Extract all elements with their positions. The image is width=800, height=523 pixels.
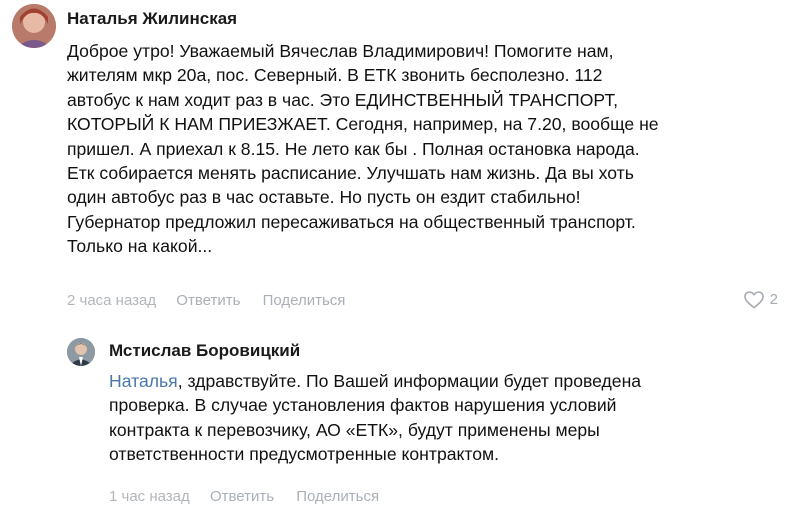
comment-line: Губернатор предложил пересаживаться на о… [67,211,636,232]
reply-line: проверка. В случае установления фактов н… [109,395,617,416]
avatar-photo [12,4,56,48]
reply-text: Наталья, здравствуйте. По Вашей информац… [109,369,641,467]
mention-link[interactable]: Наталья [109,371,178,391]
reply-author[interactable]: Мстислав Боровицкий [109,341,300,361]
comment-line: один автобус раз в час оставьте. Но пуст… [67,187,581,208]
reply-line: ответственности предусмотренные контракт… [109,444,500,465]
like-count: 2 [769,291,778,308]
share-button[interactable]: Поделиться [263,292,346,309]
comment-line: КОТОРЫЙ К НАМ ПРИЕЗЖАЕТ. Сегодня, наприм… [67,114,659,135]
avatar[interactable] [12,4,56,48]
reply-avatar[interactable] [67,338,95,366]
share-button[interactable]: Поделиться [296,488,379,505]
reply-line-text: , здравствуйте. По Вашей информации буде… [177,371,642,391]
reply-timestamp[interactable]: 1 час назад [109,488,190,505]
comment-line: Етк собирается менять расписание. Улучша… [67,163,634,184]
comment-author[interactable]: Наталья Жилинская [67,9,237,29]
comments-thread: Наталья Жилинская Доброе утро! Уважаемый… [0,0,800,523]
reply-line: Наталья, здравствуйте. По Вашей информац… [109,369,641,393]
comment-line: Доброе утро! Уважаемый Вячеслав Владимир… [67,41,614,61]
like-button[interactable]: 2 [743,290,778,309]
comment-line: автобус к нам ходит раз в час. Это ЕДИНС… [67,89,619,110]
comment-line: жителям мкр 20а, пос. Северный. В ЕТК зв… [67,65,603,86]
comment-meta: 2 часа назад Ответить Поделиться [67,292,345,309]
reply-line: контракта к перевозчику, АО «ЕТК», будут… [109,419,600,440]
reply-meta: 1 час назад Ответить Поделиться [109,488,379,505]
heart-outline-icon [743,291,764,309]
comment-line: Только на какой... [67,236,213,257]
reply-button[interactable]: Ответить [210,488,274,505]
comment-timestamp[interactable]: 2 часа назад [67,292,156,309]
avatar-photo [67,338,95,366]
reply-button[interactable]: Ответить [176,292,240,309]
comment-line: пришел. А приехал к 8.15. Не лето как бы… [67,138,640,159]
comment-text: Доброе утро! Уважаемый Вячеслав Владимир… [67,39,659,259]
